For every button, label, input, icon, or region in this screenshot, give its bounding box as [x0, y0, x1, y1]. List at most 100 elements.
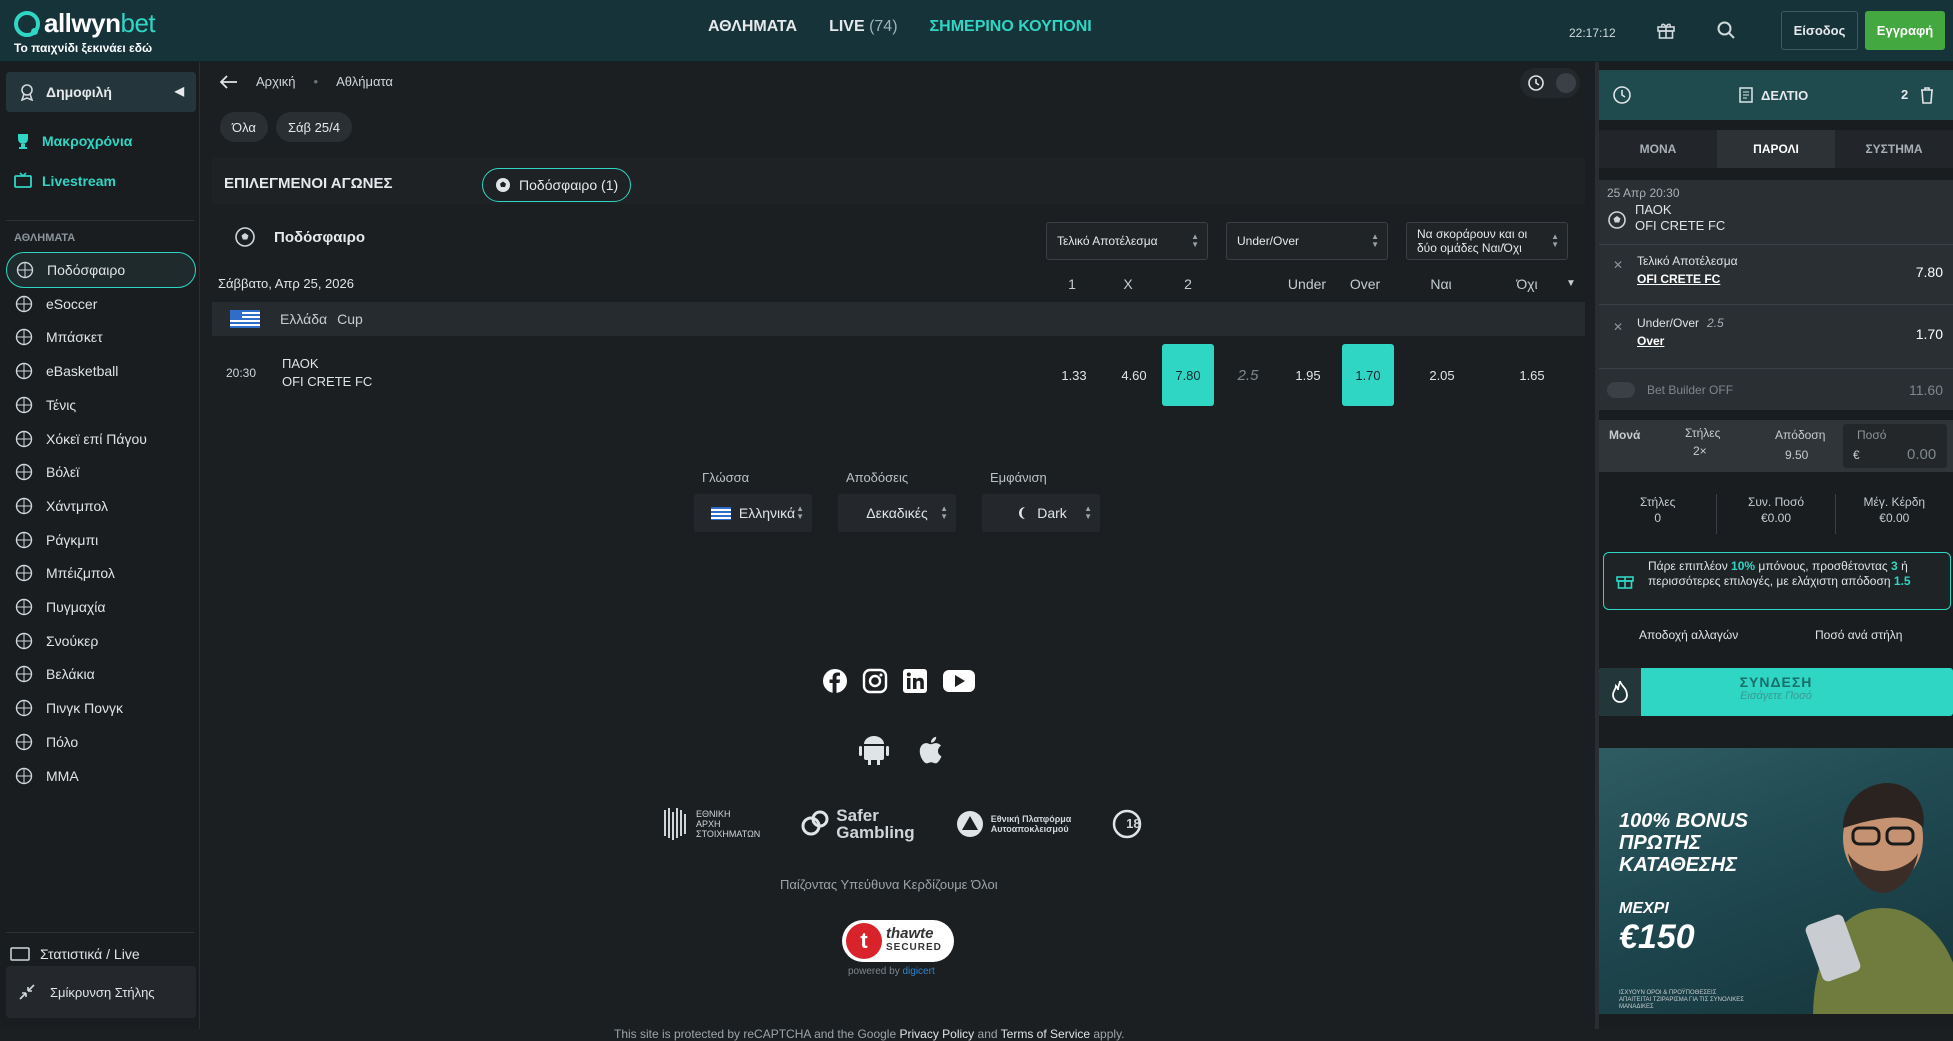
- league-row[interactable]: Ελλάδα Cup: [212, 302, 1585, 336]
- bet-slip: ΔΕΛΤΙΟ 2 ΜΟΝΑ ΠΑΡΟΛΙ ΣΥΣΤΗΜΑ 25 Απρ 20:3…: [1595, 62, 1953, 1029]
- odd-1[interactable]: 1.33: [1048, 344, 1100, 406]
- safer-gambling-logo[interactable]: Safer Gambling: [800, 807, 915, 841]
- sidebar-item-handball[interactable]: Χάντμπολ: [6, 488, 196, 524]
- brand-logo[interactable]: allwynbet Το παιχνίδι ξεκινάει εδώ: [14, 8, 156, 55]
- darts-icon: [14, 664, 34, 684]
- terms-link[interactable]: Terms of Service: [1001, 1027, 1090, 1041]
- privacy-policy-link[interactable]: Privacy Policy: [899, 1027, 974, 1041]
- sidebar-item-volleyball[interactable]: Βόλεϊ: [6, 454, 196, 490]
- table-tennis-icon: [14, 698, 34, 718]
- filter-chip-date[interactable]: Σάβ 25/4: [276, 112, 352, 142]
- sidebar-item-tennis[interactable]: Τένις: [6, 387, 196, 423]
- thawte-badge[interactable]: t thawte SECURED: [842, 920, 954, 962]
- bet-builder-toggle[interactable]: Bet Builder OFF 11.60: [1607, 376, 1947, 404]
- odd-over[interactable]: 1.70: [1342, 344, 1394, 406]
- self-exclusion-logo[interactable]: Εθνική Πλατφόρμα Αυτοαποκλεισμού: [955, 809, 1071, 839]
- accept-changes-option[interactable]: Αποδοχή αλλαγών: [1639, 628, 1738, 642]
- nav-sports[interactable]: ΑΘΛΗΜΑΤΑ: [708, 18, 797, 36]
- collapse-sidebar-button[interactable]: Σμίκρυνση Στήλης: [6, 966, 196, 1018]
- sidebar-item-boxing[interactable]: Πυγμαχία: [6, 589, 196, 625]
- youtube-icon[interactable]: [942, 668, 976, 694]
- stake-amount-input[interactable]: Ποσό € 0.00: [1843, 424, 1947, 468]
- sidebar-item-soccer[interactable]: Ποδόσφαιρο: [6, 252, 196, 288]
- sidebar-item-darts[interactable]: Βελάκια: [6, 656, 196, 692]
- filter-chip-all[interactable]: Όλα: [220, 112, 268, 142]
- social-links: [822, 668, 976, 694]
- trash-icon[interactable]: [1919, 86, 1935, 104]
- match-row[interactable]: 20:30 ΠΑΟΚ OFI CRETE FC 1.33 4.60 7.80 2…: [212, 338, 1585, 408]
- tab-system[interactable]: ΣΥΣΤΗΜΑ: [1835, 130, 1953, 168]
- boxing-icon: [14, 597, 34, 617]
- sidebar-item-table-tennis[interactable]: Πινγκ Πονγκ: [6, 690, 196, 726]
- nav-coupon[interactable]: ΣΗΜΕΡΙΝΟ ΚΟΥΠΟΝΙ: [930, 18, 1092, 36]
- gift-icon[interactable]: [1656, 20, 1676, 40]
- market-select-result[interactable]: Τελικό Αποτέλεσμα ▲ ▼: [1046, 222, 1208, 260]
- logo-icon: [14, 10, 40, 37]
- market-select-btts[interactable]: Να σκοράρουν και οι δύο ομάδες Ναι/Όχι ▲ ▼: [1406, 222, 1568, 260]
- tab-singles[interactable]: ΜΟΝΑ: [1599, 130, 1717, 168]
- sidebar-item-ice-hockey[interactable]: Χόκεϊ επί Πάγου: [6, 421, 196, 457]
- sport-filter-chip[interactable]: Ποδόσφαιρο (1): [482, 168, 632, 202]
- sidebar-item-label: Ράγκμπι: [46, 531, 99, 548]
- polo-icon: [14, 732, 34, 752]
- chevron-down-icon[interactable]: ▼: [1566, 278, 1576, 289]
- odds-format-select[interactable]: Δεκαδικές ▲ ▼: [838, 494, 956, 532]
- instagram-icon[interactable]: [862, 668, 888, 694]
- android-icon[interactable]: [856, 732, 892, 768]
- history-icon[interactable]: [1611, 84, 1633, 106]
- odd-yes[interactable]: 2.05: [1416, 344, 1468, 406]
- sidebar-popular[interactable]: Δημοφιλή ◀: [6, 72, 196, 112]
- odd-2[interactable]: 7.80: [1162, 344, 1214, 406]
- col-header-over: Over: [1349, 276, 1381, 292]
- nav-live[interactable]: LIVE (74): [829, 18, 897, 36]
- language-select[interactable]: Ελληνικά ▲ ▼: [694, 494, 812, 532]
- sidebar-item-esoccer[interactable]: eSoccer: [6, 286, 196, 322]
- select-arrows-icon: ▲ ▼: [796, 504, 804, 521]
- stake-per-line-option[interactable]: Ποσό ανά στήλη: [1815, 628, 1902, 642]
- match-time: 20:30: [226, 366, 257, 380]
- responsible-gaming-text: Παίζοντας Υπεύθυνα Κερδίζουμε Όλοι: [780, 877, 998, 892]
- sidebar-item-label: Χόκεϊ επί Πάγου: [46, 430, 147, 447]
- breadcrumb-sports[interactable]: Αθλήματα: [336, 74, 393, 89]
- sidebar-item-rugby[interactable]: Ράγκμπι: [6, 522, 196, 558]
- promo-banner[interactable]: 100% BONUS ΠΡΩΤΗΣ ΚΑΤΑΘΕΣΗΣ ΜΕΧΡΙ €150 ΙΣΧ…: [1599, 748, 1953, 1014]
- odd-x[interactable]: 4.60: [1108, 344, 1160, 406]
- odd-no[interactable]: 1.65: [1506, 344, 1558, 406]
- history-toggle[interactable]: [1520, 68, 1580, 98]
- back-arrow-icon[interactable]: [220, 74, 238, 89]
- chevron-left-icon[interactable]: ◀: [175, 84, 184, 98]
- regulator-eeep[interactable]: ΕΘΝΙΚΗ ΑΡΧΗ ΣΤΟΙΧΗΜΑΤΩΝ: [660, 806, 760, 842]
- breadcrumb: Αρχική • Αθλήματα: [220, 74, 393, 89]
- sidebar-item-baseball[interactable]: Μπέιζμπολ: [6, 555, 196, 591]
- odd-under[interactable]: 1.95: [1282, 344, 1334, 406]
- sidebar-stats-live[interactable]: Στατιστικά / Live: [10, 946, 140, 962]
- sidebar-livestream[interactable]: Livestream: [14, 172, 116, 190]
- slip-title: ΔΕΛΤΙΟ: [1761, 87, 1809, 103]
- sidebar-item-snooker[interactable]: Σνούκερ: [6, 623, 196, 659]
- connect-button[interactable]: ΣΥΝΔΕΣΗ Εισάγετε Ποσό: [1599, 668, 1953, 716]
- linkedin-icon[interactable]: [902, 668, 928, 694]
- facebook-icon[interactable]: [822, 668, 848, 694]
- sidebar-longterm[interactable]: Μακροχρόνια: [14, 132, 132, 150]
- brand-suffix: bet: [120, 8, 156, 38]
- sidebar-item-mma[interactable]: MMA: [6, 758, 196, 794]
- breadcrumb-home[interactable]: Αρχική: [256, 74, 296, 89]
- bet-home: ΠΑΟΚ: [1635, 202, 1672, 217]
- total-stake: Συν. Ποσό €0.00: [1717, 494, 1836, 534]
- toggle-knob: [1556, 73, 1576, 93]
- register-button[interactable]: Εγγραφή: [1865, 11, 1945, 50]
- apple-icon[interactable]: [914, 732, 950, 768]
- basketball-icon: [14, 327, 34, 347]
- sidebar-item-polo[interactable]: Πόλο: [6, 724, 196, 760]
- sidebar-item-ebasketball[interactable]: eBasketball: [6, 353, 196, 389]
- search-icon[interactable]: [1716, 20, 1736, 40]
- theme-select[interactable]: Dark ▲ ▼: [982, 494, 1100, 532]
- remove-leg-icon[interactable]: ✕: [1613, 258, 1623, 272]
- sidebar-item-basketball[interactable]: Μπάσκετ: [6, 319, 196, 355]
- remove-leg-icon[interactable]: ✕: [1613, 320, 1623, 334]
- market-select-under-over[interactable]: Under/Over ▲ ▼: [1226, 222, 1388, 260]
- handball-icon: [14, 496, 34, 516]
- toggle-switch[interactable]: [1607, 382, 1635, 398]
- tab-parlay[interactable]: ΠΑΡΟΛΙ: [1717, 130, 1835, 168]
- login-button[interactable]: Είσοδος: [1781, 11, 1858, 50]
